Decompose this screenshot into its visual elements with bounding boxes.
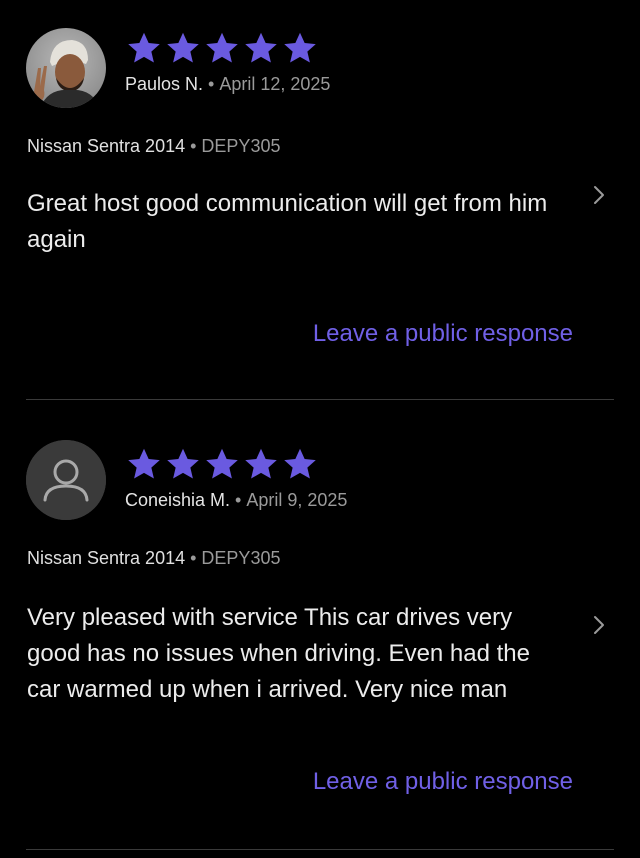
star-rating bbox=[126, 30, 318, 66]
star-icon bbox=[167, 32, 199, 63]
star-icon bbox=[128, 32, 160, 63]
review-text: Very pleased with service This car drive… bbox=[27, 604, 531, 703]
star-icon bbox=[245, 448, 277, 479]
star-icon bbox=[167, 448, 199, 479]
vehicle-info: Nissan Sentra 2014 • DEPY305 bbox=[27, 548, 280, 569]
vehicle-plate: DEPY305 bbox=[201, 548, 281, 568]
default-user-avatar bbox=[26, 440, 106, 520]
leave-public-response-link[interactable]: Leave a public response bbox=[313, 768, 573, 796]
reviewer-photo-avatar bbox=[26, 28, 106, 108]
star-icon bbox=[206, 32, 238, 63]
reviewer-name: Paulos N. bbox=[125, 74, 204, 94]
vehicle-name: Nissan Sentra 2014 bbox=[27, 548, 186, 568]
star-icon bbox=[284, 32, 316, 63]
divider bbox=[26, 849, 614, 850]
star-icon bbox=[206, 448, 238, 479]
star-icon bbox=[284, 448, 316, 479]
vehicle-separator: • bbox=[190, 136, 197, 156]
chevron-right-icon[interactable] bbox=[592, 614, 606, 636]
chevron-right-icon[interactable] bbox=[592, 184, 606, 206]
star-rating bbox=[126, 446, 318, 482]
meta-separator: • bbox=[208, 74, 215, 94]
vehicle-plate: DEPY305 bbox=[201, 136, 281, 156]
reviewer-name: Coneishia M. bbox=[125, 490, 231, 510]
review-card: Paulos N. • April 12, 2025 Nissan Sentra 2… bbox=[0, 0, 640, 400]
leave-public-response-link[interactable]: Leave a public response bbox=[313, 320, 573, 348]
vehicle-info: Nissan Sentra 2014 • DEPY305 bbox=[27, 136, 280, 157]
vehicle-separator: • bbox=[190, 548, 197, 568]
review-text: Great host good communication will get f… bbox=[27, 190, 548, 253]
review-meta: Coneishia M. • April 9, 2025 bbox=[125, 490, 347, 511]
vehicle-name: Nissan Sentra 2014 bbox=[27, 136, 186, 156]
star-icon bbox=[245, 32, 277, 63]
review-card: Coneishia M. • April 9, 2025 Nissan Sentra… bbox=[0, 400, 640, 850]
review-date: April 12, 2025 bbox=[219, 74, 331, 94]
review-meta: Paulos N. • April 12, 2025 bbox=[125, 74, 330, 95]
review-date: April 9, 2025 bbox=[246, 490, 348, 510]
meta-separator: • bbox=[235, 490, 242, 510]
star-icon bbox=[128, 448, 160, 479]
